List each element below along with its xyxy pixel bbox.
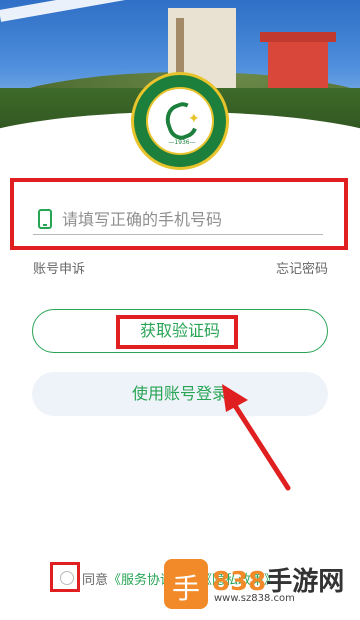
agreement-prefix: 同意 bbox=[82, 573, 109, 588]
logo-year: —1936— bbox=[168, 139, 196, 146]
school-logo-inner: ✦ —1936— bbox=[146, 87, 214, 155]
annotation-box-phone bbox=[10, 178, 348, 250]
annotation-box-radio bbox=[50, 562, 80, 592]
account-appeal-link[interactable]: 账号申诉 bbox=[33, 258, 85, 277]
use-account-login-button[interactable]: 使用账号登录 bbox=[32, 372, 328, 416]
school-logo: ✦ —1936— bbox=[131, 72, 229, 170]
annotation-box-get-code bbox=[116, 315, 238, 349]
watermark: 手 838手游网 www.sz838.com bbox=[158, 557, 358, 617]
campus-arch bbox=[0, 0, 179, 22]
logo-star-icon: ✦ bbox=[188, 111, 200, 127]
watermark-badge-icon: 手 bbox=[164, 559, 208, 609]
watermark-url: www.sz838.com bbox=[214, 593, 295, 604]
forgot-password-link[interactable]: 忘记密码 bbox=[276, 258, 328, 277]
